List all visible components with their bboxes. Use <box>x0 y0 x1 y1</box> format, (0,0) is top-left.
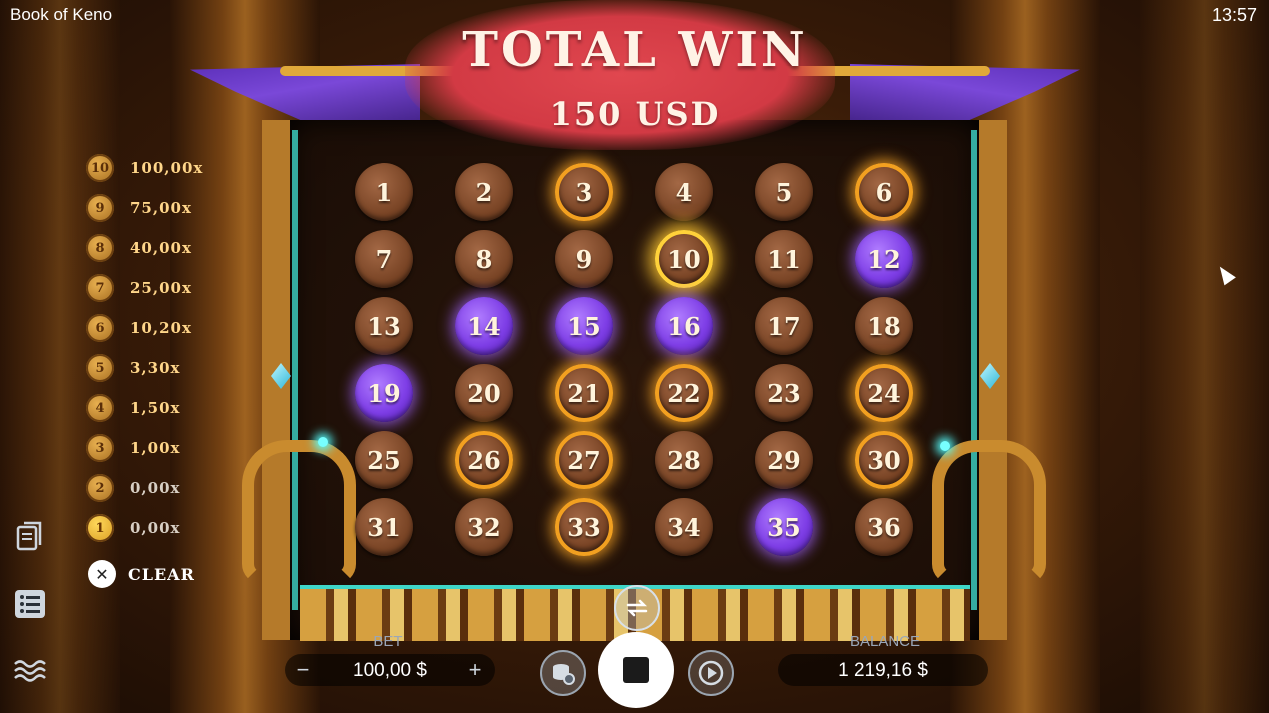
keno-ball-33[interactable]: 33 <box>555 498 613 556</box>
stop-icon <box>623 657 649 683</box>
paytable-row-9: 9 75,00x <box>86 193 192 223</box>
snake-eye-left <box>318 437 328 447</box>
paytable-multiplier: 75,00x <box>130 199 192 217</box>
paytable-hits-badge: 2 <box>86 474 114 502</box>
paytable-row-1: 1 0,00x <box>86 513 180 543</box>
balance-value: 1 219,16 $ <box>838 660 928 681</box>
paytable-row-6: 6 10,20x <box>86 313 192 343</box>
keno-ball-4[interactable]: 4 <box>655 163 713 221</box>
paytable-multiplier: 0,00x <box>130 479 181 497</box>
paytable-hits-badge: 1 <box>86 514 114 542</box>
bet-label: BET <box>373 633 403 650</box>
paytable-multiplier: 100,00x <box>130 159 204 177</box>
paytable-hits-badge: 8 <box>86 234 114 262</box>
paytable-multiplier: 0,00x <box>130 519 181 537</box>
snake-left-icon <box>242 440 356 584</box>
paytable-hits-badge: 4 <box>86 394 114 422</box>
keno-ball-1[interactable]: 1 <box>355 163 413 221</box>
keno-ball-13[interactable]: 13 <box>355 297 413 355</box>
keno-ball-23[interactable]: 23 <box>755 364 813 422</box>
keno-ball-14[interactable]: 14 <box>455 297 513 355</box>
paytable-multiplier: 3,30x <box>130 359 181 377</box>
paytable-hits-badge: 6 <box>86 314 114 342</box>
keno-ball-17[interactable]: 17 <box>755 297 813 355</box>
keno-ball-6[interactable]: 6 <box>855 163 913 221</box>
keno-ball-3[interactable]: 3 <box>555 163 613 221</box>
keno-ball-26[interactable]: 26 <box>455 431 513 489</box>
keno-ball-11[interactable]: 11 <box>755 230 813 288</box>
clock: 13:57 <box>1211 5 1257 25</box>
list-icon[interactable] <box>14 588 46 620</box>
paytable-hits-badge: 10 <box>86 154 114 182</box>
paytable-row-3: 3 1,00x <box>86 433 180 463</box>
keno-ball-29[interactable]: 29 <box>755 431 813 489</box>
keno-ball-36[interactable]: 36 <box>855 498 913 556</box>
paytable-hits-badge: 3 <box>86 434 114 462</box>
keno-ball-30[interactable]: 30 <box>855 431 913 489</box>
bet-control: − 100,00 $ + <box>285 654 495 686</box>
keno-ball-5[interactable]: 5 <box>755 163 813 221</box>
clear-tools-icon: ✕ <box>88 560 116 588</box>
keno-ball-21[interactable]: 21 <box>555 364 613 422</box>
stop-button[interactable] <box>598 632 674 708</box>
keno-ball-18[interactable]: 18 <box>855 297 913 355</box>
snake-right-icon <box>932 440 1046 584</box>
document-icon[interactable] <box>14 521 46 553</box>
bet-increase-button[interactable]: + <box>459 654 491 686</box>
paytable-multiplier: 10,20x <box>130 319 192 337</box>
coins-settings-button[interactable] <box>540 650 586 696</box>
keno-ball-9[interactable]: 9 <box>555 230 613 288</box>
paytable-hits-badge: 7 <box>86 274 114 302</box>
swap-button[interactable] <box>614 585 660 631</box>
paytable-row-2: 2 0,00x <box>86 473 180 503</box>
balance-label: BALANCE <box>849 633 921 650</box>
waves-icon[interactable] <box>14 655 46 687</box>
paytable-hits-badge: 5 <box>86 354 114 382</box>
keno-ball-32[interactable]: 32 <box>455 498 513 556</box>
keno-ball-31[interactable]: 31 <box>355 498 413 556</box>
clear-button[interactable]: ✕ CLEAR <box>88 560 195 588</box>
paytable-multiplier: 40,00x <box>130 239 192 257</box>
paytable-row-8: 8 40,00x <box>86 233 192 263</box>
keno-ball-15[interactable]: 15 <box>555 297 613 355</box>
coins-settings-icon <box>553 664 575 685</box>
total-win-title: TOTAL WIN <box>462 22 808 78</box>
keno-ball-7[interactable]: 7 <box>355 230 413 288</box>
background-pillar-right-outer <box>1140 0 1269 713</box>
paytable-hits-badge: 9 <box>86 194 114 222</box>
keno-number-grid: 1 2 3 4 5 6 7 8 9 10 11 12 13 14 15 16 17 18 19 20 21 22 23 24 2… <box>355 163 915 557</box>
paytable-multiplier: 1,50x <box>130 399 181 417</box>
keno-ball-28[interactable]: 28 <box>655 431 713 489</box>
autoplay-icon <box>698 660 724 686</box>
keno-ball-19[interactable]: 19 <box>355 364 413 422</box>
snake-eye-right <box>940 441 950 451</box>
keno-ball-25[interactable]: 25 <box>355 431 413 489</box>
app-title: Book of Keno <box>10 5 113 24</box>
keno-ball-12[interactable]: 12 <box>855 230 913 288</box>
total-win-amount: 150 USD <box>549 95 721 133</box>
keno-ball-2[interactable]: 2 <box>455 163 513 221</box>
keno-ball-10[interactable]: 10 <box>655 230 713 288</box>
keno-ball-20[interactable]: 20 <box>455 364 513 422</box>
keno-ball-35[interactable]: 35 <box>755 498 813 556</box>
clear-label: CLEAR <box>128 564 195 584</box>
keno-ball-27[interactable]: 27 <box>555 431 613 489</box>
keno-ball-8[interactable]: 8 <box>455 230 513 288</box>
keno-ball-24[interactable]: 24 <box>855 364 913 422</box>
paytable-row-7: 7 25,00x <box>86 273 192 303</box>
paytable-multiplier: 1,00x <box>130 439 181 457</box>
paytable-row-10: 10 100,00x <box>86 153 203 183</box>
keno-ball-16[interactable]: 16 <box>655 297 713 355</box>
paytable-multiplier: 25,00x <box>130 279 192 297</box>
paytable-row-4: 4 1,50x <box>86 393 180 423</box>
autoplay-button[interactable] <box>688 650 734 696</box>
keno-ball-22[interactable]: 22 <box>655 364 713 422</box>
balance-display: 1 219,16 $ <box>778 654 988 686</box>
swap-icon <box>626 599 648 617</box>
paytable-row-5: 5 3,30x <box>86 353 180 383</box>
keno-ball-34[interactable]: 34 <box>655 498 713 556</box>
